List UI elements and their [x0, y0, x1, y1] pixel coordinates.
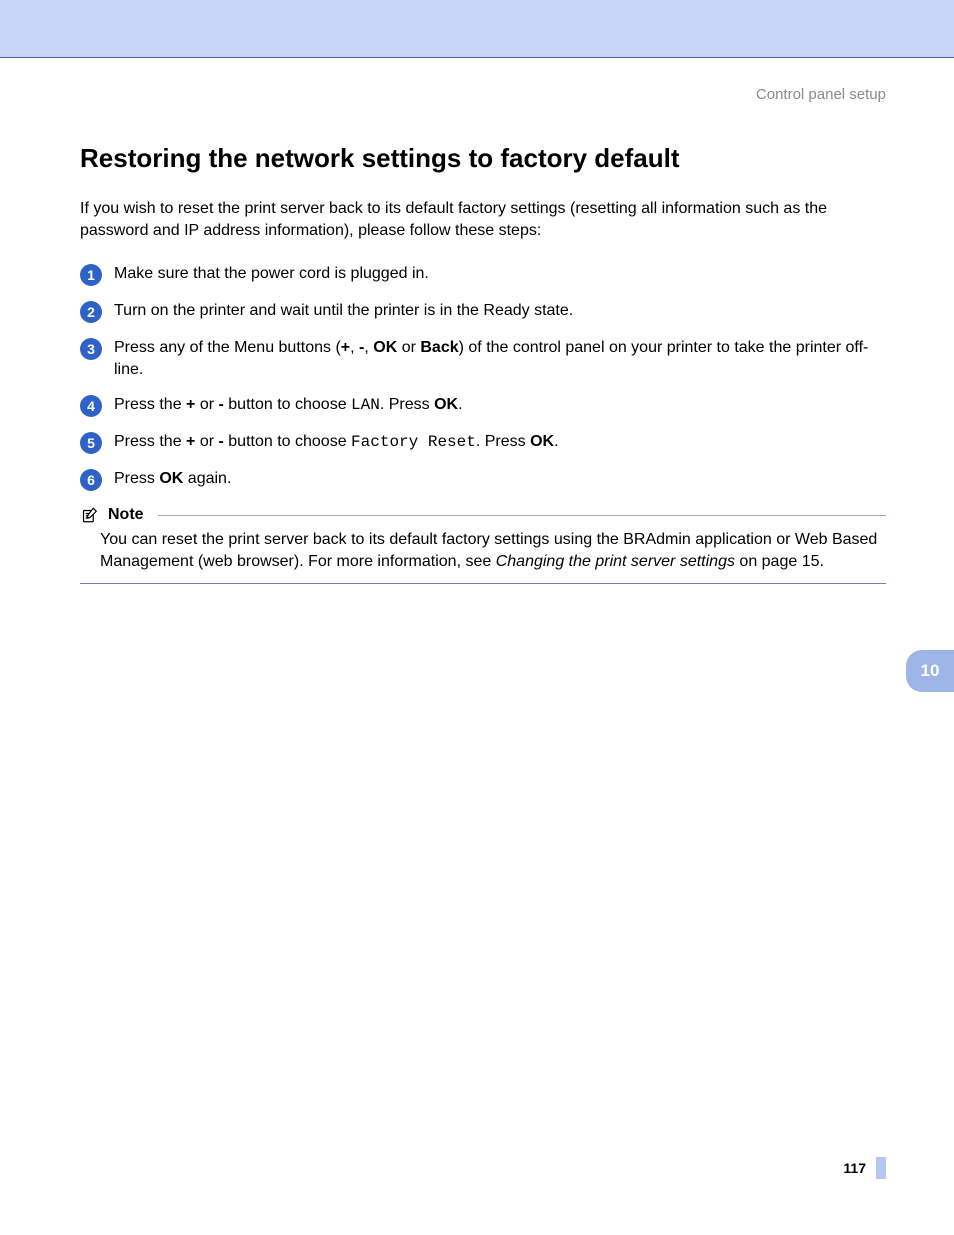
page-content: Control panel setup Restoring the networ… — [0, 86, 954, 584]
step-text: Press OK again. — [114, 468, 886, 490]
step-number-badge: 6 — [80, 469, 102, 491]
page-number-accent-bar — [876, 1157, 886, 1179]
step-item: 2 Turn on the printer and wait until the … — [80, 300, 886, 323]
page-title: Restoring the network settings to factor… — [80, 143, 886, 174]
chapter-side-tab: 10 — [906, 650, 954, 692]
step-text: Press the + or - button to choose Factor… — [114, 431, 886, 454]
step-number-badge: 3 — [80, 338, 102, 360]
step-number-badge: 5 — [80, 432, 102, 454]
top-color-band — [0, 0, 954, 58]
intro-paragraph: If you wish to reset the print server ba… — [80, 198, 886, 241]
step-item: 4 Press the + or - button to choose LAN. … — [80, 394, 886, 417]
note-divider — [158, 515, 886, 516]
step-number-badge: 1 — [80, 264, 102, 286]
step-item: 1 Make sure that the power cord is plugge… — [80, 263, 886, 286]
step-item: 3 Press any of the Menu buttons (+, -, OK… — [80, 337, 886, 380]
note-header: Note — [80, 505, 886, 525]
step-item: 5 Press the + or - button to choose Facto… — [80, 431, 886, 454]
step-item: 6 Press OK again. — [80, 468, 886, 491]
note-block: Note You can reset the print server back… — [80, 505, 886, 583]
note-body: You can reset the print server back to i… — [80, 529, 886, 572]
steps-list: 1 Make sure that the power cord is plugge… — [80, 263, 886, 491]
page-number: 117 — [843, 1160, 866, 1176]
step-number-badge: 2 — [80, 301, 102, 323]
step-text: Press the + or - button to choose LAN. P… — [114, 394, 886, 417]
section-header-label: Control panel setup — [80, 86, 886, 103]
step-text: Press any of the Menu buttons (+, -, OK … — [114, 337, 886, 380]
page-number-wrap: 117 — [843, 1157, 886, 1179]
step-text: Make sure that the power cord is plugged… — [114, 263, 886, 285]
note-title: Note — [108, 506, 144, 524]
step-number-badge: 4 — [80, 395, 102, 417]
note-pencil-icon — [80, 505, 102, 525]
step-text: Turn on the printer and wait until the p… — [114, 300, 886, 322]
